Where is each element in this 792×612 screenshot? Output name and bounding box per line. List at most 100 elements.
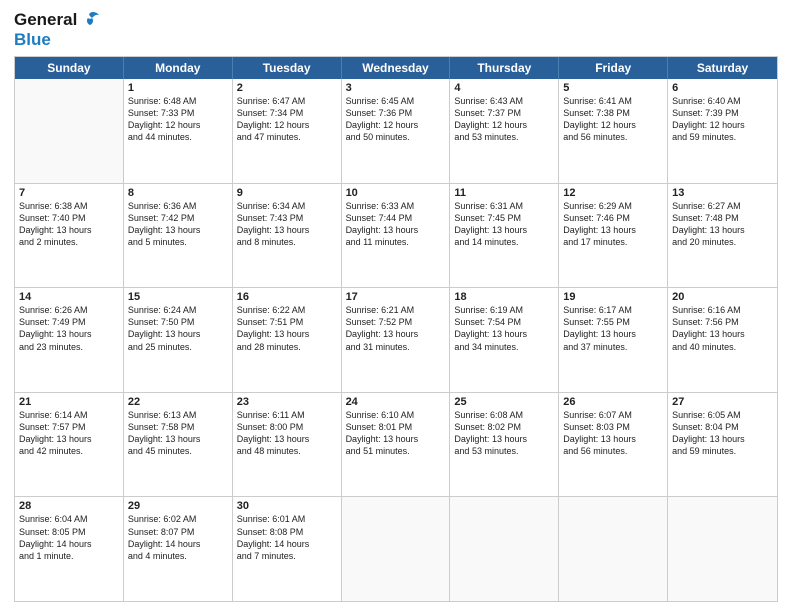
cell-info-line: and 37 minutes. bbox=[563, 341, 663, 353]
cell-info-line: Sunrise: 6:05 AM bbox=[672, 409, 773, 421]
cal-cell-w2d0: 14Sunrise: 6:26 AMSunset: 7:49 PMDayligh… bbox=[15, 288, 124, 392]
cell-info-line: and 7 minutes. bbox=[237, 550, 337, 562]
cal-header-cell-monday: Monday bbox=[124, 57, 233, 79]
day-number: 4 bbox=[454, 82, 554, 94]
cell-info-line: and 1 minute. bbox=[19, 550, 119, 562]
cell-info-line: Sunrise: 6:38 AM bbox=[19, 200, 119, 212]
logo-text-blue: Blue bbox=[14, 30, 51, 50]
day-number: 26 bbox=[563, 396, 663, 408]
cell-info-line: Daylight: 14 hours bbox=[237, 538, 337, 550]
day-number: 9 bbox=[237, 187, 337, 199]
cal-cell-w4d5 bbox=[559, 497, 668, 601]
cal-cell-w3d2: 23Sunrise: 6:11 AMSunset: 8:00 PMDayligh… bbox=[233, 393, 342, 497]
day-number: 27 bbox=[672, 396, 773, 408]
day-number: 22 bbox=[128, 396, 228, 408]
cell-info-line: Daylight: 13 hours bbox=[237, 224, 337, 236]
cell-info-line: Daylight: 13 hours bbox=[563, 328, 663, 340]
cell-info-line: Sunset: 7:49 PM bbox=[19, 316, 119, 328]
cell-info-line: and 11 minutes. bbox=[346, 236, 446, 248]
cell-info-line: Daylight: 12 hours bbox=[346, 119, 446, 131]
day-number: 3 bbox=[346, 82, 446, 94]
cal-cell-w3d6: 27Sunrise: 6:05 AMSunset: 8:04 PMDayligh… bbox=[668, 393, 777, 497]
cal-cell-w0d1: 1Sunrise: 6:48 AMSunset: 7:33 PMDaylight… bbox=[124, 79, 233, 183]
cal-cell-w4d0: 28Sunrise: 6:04 AMSunset: 8:05 PMDayligh… bbox=[15, 497, 124, 601]
day-number: 25 bbox=[454, 396, 554, 408]
cal-header-cell-friday: Friday bbox=[559, 57, 668, 79]
cell-info-line: Sunset: 7:42 PM bbox=[128, 212, 228, 224]
cal-cell-w3d5: 26Sunrise: 6:07 AMSunset: 8:03 PMDayligh… bbox=[559, 393, 668, 497]
cell-info-line: Sunrise: 6:10 AM bbox=[346, 409, 446, 421]
cell-info-line: Sunset: 7:51 PM bbox=[237, 316, 337, 328]
cell-info-line: Sunrise: 6:14 AM bbox=[19, 409, 119, 421]
cell-info-line: Daylight: 13 hours bbox=[128, 224, 228, 236]
cell-info-line: Daylight: 13 hours bbox=[454, 328, 554, 340]
cell-info-line: and 23 minutes. bbox=[19, 341, 119, 353]
cell-info-line: Sunrise: 6:43 AM bbox=[454, 95, 554, 107]
cell-info-line: Sunset: 7:34 PM bbox=[237, 107, 337, 119]
cal-header-cell-wednesday: Wednesday bbox=[342, 57, 451, 79]
cell-info-line: Sunrise: 6:34 AM bbox=[237, 200, 337, 212]
day-number: 6 bbox=[672, 82, 773, 94]
cal-cell-w0d5: 5Sunrise: 6:41 AMSunset: 7:38 PMDaylight… bbox=[559, 79, 668, 183]
cell-info-line: Sunset: 8:08 PM bbox=[237, 526, 337, 538]
cell-info-line: and 48 minutes. bbox=[237, 445, 337, 457]
cell-info-line: Sunset: 7:56 PM bbox=[672, 316, 773, 328]
cell-info-line: and 45 minutes. bbox=[128, 445, 228, 457]
cell-info-line: and 25 minutes. bbox=[128, 341, 228, 353]
cell-info-line: Sunset: 7:36 PM bbox=[346, 107, 446, 119]
cell-info-line: Sunset: 7:43 PM bbox=[237, 212, 337, 224]
cell-info-line: Daylight: 12 hours bbox=[454, 119, 554, 131]
cell-info-line: Sunset: 7:40 PM bbox=[19, 212, 119, 224]
cal-cell-w1d0: 7Sunrise: 6:38 AMSunset: 7:40 PMDaylight… bbox=[15, 184, 124, 288]
cell-info-line: Sunset: 7:55 PM bbox=[563, 316, 663, 328]
cell-info-line: Sunset: 7:57 PM bbox=[19, 421, 119, 433]
cell-info-line: and 2 minutes. bbox=[19, 236, 119, 248]
cal-header-cell-saturday: Saturday bbox=[668, 57, 777, 79]
cal-cell-w1d3: 10Sunrise: 6:33 AMSunset: 7:44 PMDayligh… bbox=[342, 184, 451, 288]
cal-cell-w1d1: 8Sunrise: 6:36 AMSunset: 7:42 PMDaylight… bbox=[124, 184, 233, 288]
cal-cell-w2d4: 18Sunrise: 6:19 AMSunset: 7:54 PMDayligh… bbox=[450, 288, 559, 392]
cal-cell-w3d0: 21Sunrise: 6:14 AMSunset: 7:57 PMDayligh… bbox=[15, 393, 124, 497]
cell-info-line: Sunset: 8:02 PM bbox=[454, 421, 554, 433]
calendar-header-row: SundayMondayTuesdayWednesdayThursdayFrid… bbox=[15, 57, 777, 79]
day-number: 2 bbox=[237, 82, 337, 94]
cell-info-line: Sunrise: 6:16 AM bbox=[672, 304, 773, 316]
day-number: 7 bbox=[19, 187, 119, 199]
cell-info-line: Sunset: 8:03 PM bbox=[563, 421, 663, 433]
cell-info-line: Daylight: 13 hours bbox=[346, 224, 446, 236]
cell-info-line: Sunrise: 6:27 AM bbox=[672, 200, 773, 212]
cal-cell-w4d1: 29Sunrise: 6:02 AMSunset: 8:07 PMDayligh… bbox=[124, 497, 233, 601]
cell-info-line: Sunset: 7:38 PM bbox=[563, 107, 663, 119]
cell-info-line: and 17 minutes. bbox=[563, 236, 663, 248]
cal-week-row-0: 1Sunrise: 6:48 AMSunset: 7:33 PMDaylight… bbox=[15, 79, 777, 184]
cell-info-line: Sunset: 7:37 PM bbox=[454, 107, 554, 119]
day-number: 11 bbox=[454, 187, 554, 199]
day-number: 23 bbox=[237, 396, 337, 408]
cell-info-line: Daylight: 14 hours bbox=[19, 538, 119, 550]
cell-info-line: Daylight: 13 hours bbox=[237, 433, 337, 445]
day-number: 30 bbox=[237, 500, 337, 512]
cell-info-line: Daylight: 13 hours bbox=[346, 328, 446, 340]
cell-info-line: Sunrise: 6:17 AM bbox=[563, 304, 663, 316]
cell-info-line: and 8 minutes. bbox=[237, 236, 337, 248]
cal-cell-w4d6 bbox=[668, 497, 777, 601]
cell-info-line: and 40 minutes. bbox=[672, 341, 773, 353]
logo-text-general: General bbox=[14, 10, 77, 30]
cell-info-line: Daylight: 12 hours bbox=[563, 119, 663, 131]
cell-info-line: and 5 minutes. bbox=[128, 236, 228, 248]
cell-info-line: Daylight: 13 hours bbox=[237, 328, 337, 340]
cell-info-line: Sunset: 8:01 PM bbox=[346, 421, 446, 433]
day-number: 10 bbox=[346, 187, 446, 199]
cell-info-line: and 56 minutes. bbox=[563, 445, 663, 457]
day-number: 17 bbox=[346, 291, 446, 303]
calendar: SundayMondayTuesdayWednesdayThursdayFrid… bbox=[14, 56, 778, 602]
cell-info-line: Sunset: 7:33 PM bbox=[128, 107, 228, 119]
cell-info-line: Sunset: 8:05 PM bbox=[19, 526, 119, 538]
cell-info-line: Sunset: 7:39 PM bbox=[672, 107, 773, 119]
day-number: 21 bbox=[19, 396, 119, 408]
cell-info-line: and 50 minutes. bbox=[346, 131, 446, 143]
day-number: 8 bbox=[128, 187, 228, 199]
day-number: 15 bbox=[128, 291, 228, 303]
day-number: 5 bbox=[563, 82, 663, 94]
cell-info-line: Sunrise: 6:26 AM bbox=[19, 304, 119, 316]
